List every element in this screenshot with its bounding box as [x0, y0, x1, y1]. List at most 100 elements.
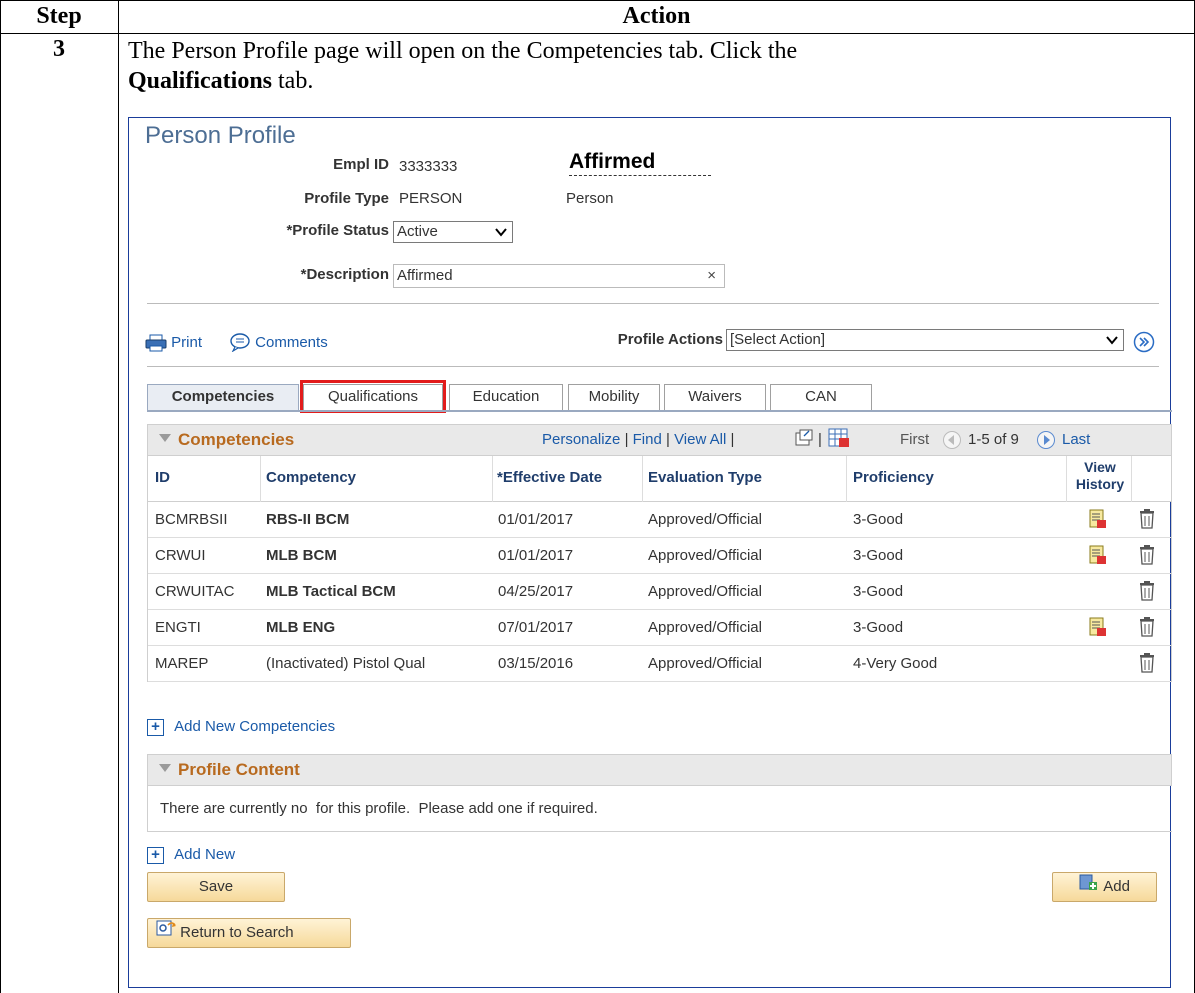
profile-type-desc: Person	[566, 190, 614, 207]
nav-separator: |	[624, 431, 629, 448]
last-link[interactable]: Last	[1062, 431, 1090, 448]
instruction-bold: Qualifications	[128, 68, 273, 94]
printer-icon	[145, 334, 171, 356]
profile-status-select[interactable]: Active	[393, 221, 513, 243]
personalize-link[interactable]: Personalize	[542, 431, 620, 448]
tab-education[interactable]: Education	[449, 384, 563, 410]
plus-icon: +	[147, 847, 164, 864]
description-input[interactable]: Affirmed ×	[393, 264, 725, 288]
table-row: CRWUI MLB BCM 01/01/2017 Approved/Offici…	[148, 538, 1171, 574]
tab-baseline	[147, 410, 1172, 412]
col-divider	[1066, 456, 1067, 502]
col-evaluation-type: Evaluation Type	[648, 469, 762, 486]
profile-type-label: Profile Type	[304, 190, 389, 207]
empl-id-label: Empl ID	[333, 156, 389, 173]
add-new-content[interactable]: + Add New	[147, 846, 235, 864]
description-label: *Description	[300, 266, 389, 283]
profile-actions-label: Profile Actions	[617, 331, 723, 348]
print-label: Print	[171, 334, 203, 351]
cell-competency-link[interactable]: MLB ENG	[266, 610, 335, 646]
add-new-competencies-label: Add New Competencies	[174, 718, 336, 735]
profile-content-message: There are currently no for this profile.…	[160, 800, 598, 817]
profile-content-title: Profile Content	[178, 760, 300, 779]
col-divider	[260, 456, 261, 502]
step-number: 3	[53, 36, 65, 62]
next-arrow-icon[interactable]	[1036, 430, 1056, 454]
plus-icon: +	[147, 719, 164, 736]
chevron-down-icon	[1105, 330, 1119, 355]
collapse-triangle-icon[interactable]	[158, 761, 172, 779]
col-proficiency: Proficiency	[853, 469, 934, 486]
page-title: Person Profile	[145, 122, 296, 149]
description-value: Affirmed	[397, 267, 453, 284]
cell-prof: 3-Good	[853, 583, 904, 600]
col-id: ID	[155, 469, 170, 486]
nav-separator: |	[818, 431, 822, 448]
profile-actions-value: [Select Action]	[730, 331, 826, 348]
person-profile-screenshot: Person Profile Empl ID 3333333 Affirmed …	[128, 117, 1172, 988]
col-effective-date: *Effective Date	[497, 469, 603, 486]
col-view-history: View History	[1075, 459, 1125, 492]
tab-mobility[interactable]: Mobility	[568, 384, 660, 410]
cell-eval: Approved/Official	[648, 583, 762, 600]
comments-label: Comments	[255, 334, 328, 351]
go-button[interactable]	[1133, 331, 1155, 357]
table-row: CRWUITAC MLB Tactical BCM 04/25/2017 App…	[148, 574, 1171, 610]
clear-icon[interactable]: ×	[707, 265, 716, 287]
cell-id: ENGTI	[155, 619, 201, 636]
comments-link[interactable]: Comments	[229, 332, 328, 356]
add-new-competencies[interactable]: + Add New Competencies	[147, 718, 335, 736]
profile-actions-select[interactable]: [Select Action]	[726, 329, 1124, 351]
table-row: BCMRBSII RBS-II BCM 01/01/2017 Approved/…	[148, 502, 1171, 538]
cell-competency-link[interactable]: MLB Tactical BCM	[266, 574, 396, 610]
prev-arrow-icon[interactable]	[942, 430, 962, 454]
separator	[147, 366, 1159, 367]
col-divider	[492, 456, 493, 502]
tab-competencies[interactable]: Competencies	[147, 384, 299, 410]
new-window-icon[interactable]	[794, 428, 814, 452]
nav-separator: |	[666, 431, 670, 448]
cell-competency-link[interactable]: (Inactivated) Pistol Qual	[266, 646, 425, 682]
affirmed-heading: Affirmed	[569, 150, 711, 176]
nav-separator: |	[730, 431, 735, 448]
instruction-text: The Person Profile page will open on the…	[128, 38, 798, 64]
cell-id: MAREP	[155, 655, 209, 672]
empl-id-value: 3333333	[399, 158, 458, 175]
cell-id: BCMRBSII	[155, 511, 228, 528]
add-new-label: Add New	[174, 846, 236, 863]
tab-can[interactable]: CAN	[770, 384, 872, 410]
print-link[interactable]: Print	[145, 334, 202, 356]
save-button[interactable]: Save	[147, 872, 285, 902]
table-column-divider	[118, 0, 119, 993]
collapse-triangle-icon[interactable]	[158, 431, 172, 449]
cell-competency-link[interactable]: MLB BCM	[266, 538, 337, 574]
return-to-search-button[interactable]: Return to Search	[147, 918, 351, 948]
cell-date: 04/25/2017	[498, 583, 574, 600]
profile-type-value: PERSON	[399, 190, 463, 207]
find-link[interactable]: Find	[633, 431, 662, 448]
table-header-border	[0, 33, 1195, 34]
document-table: Step Action 3 The Person Profile page wi…	[0, 0, 1195, 993]
table-left-border	[0, 0, 1, 993]
return-search-icon	[156, 920, 180, 941]
cell-competency-link[interactable]: RBS-II BCM	[266, 502, 349, 538]
qualifications-highlight-box	[300, 380, 446, 413]
table-row: ENGTI MLB ENG 07/01/2017 Approved/Offici…	[148, 610, 1171, 646]
col-divider	[846, 456, 847, 502]
step-header: Step	[36, 3, 82, 29]
competencies-grid-header: Competencies Personalize | Find | View A…	[147, 424, 1172, 456]
add-button[interactable]: Add	[1052, 872, 1157, 902]
grid-body: BCMRBSII RBS-II BCM 01/01/2017 Approved/…	[147, 502, 1172, 682]
add-button-label: Add	[1103, 878, 1130, 895]
cell-date: 01/01/2017	[498, 547, 574, 564]
cell-prof: 3-Good	[853, 619, 904, 636]
cell-eval: Approved/Official	[648, 547, 762, 564]
profile-content-header: Profile Content	[147, 754, 1172, 786]
view-all-link[interactable]: View All	[674, 431, 726, 448]
trash-icon[interactable]	[1138, 652, 1156, 688]
double-chevron-right-icon	[1133, 331, 1155, 357]
spreadsheet-icon[interactable]	[828, 428, 850, 452]
chevron-down-icon	[494, 222, 508, 247]
tab-waivers[interactable]: Waivers	[664, 384, 766, 410]
grid-column-headers: ID Competency *Effective Date Evaluation…	[147, 456, 1172, 502]
